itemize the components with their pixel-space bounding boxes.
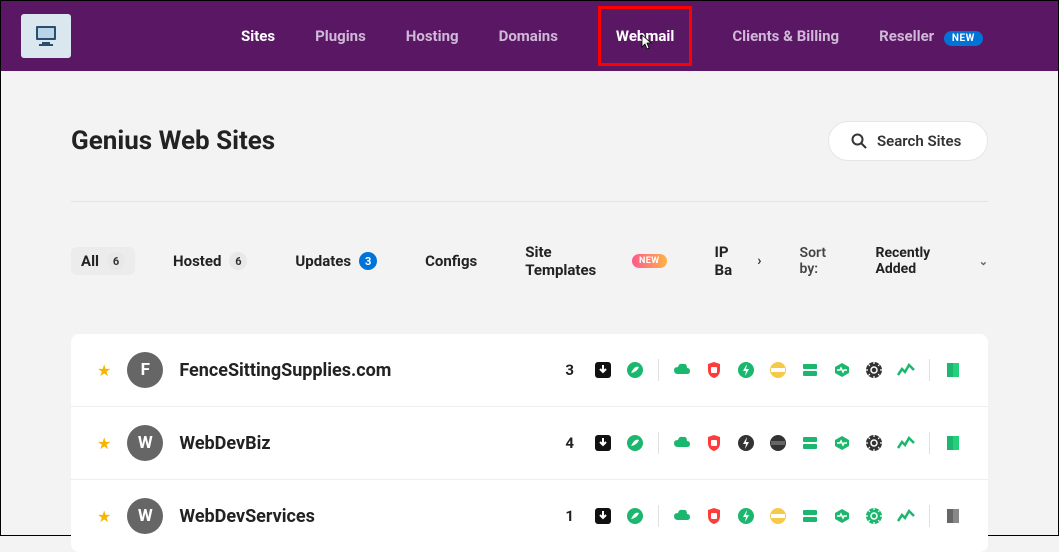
settings-icon[interactable] (865, 434, 883, 452)
sort-dropdown[interactable]: Recently Added ⌄ (875, 245, 988, 277)
divider (71, 201, 988, 202)
content-area: Genius Web Sites Search Sites All 6 Host… (1, 71, 1058, 552)
download-icon[interactable] (594, 361, 612, 379)
filter-hosted-label: Hosted (173, 252, 221, 270)
avatar: W (127, 498, 163, 534)
templates-new-badge: NEW (632, 254, 667, 268)
nav-webmail[interactable]: Webmail (598, 6, 692, 66)
update-count: 1 (565, 507, 574, 525)
search-input[interactable]: Search Sites (828, 121, 988, 161)
nav-clients-billing[interactable]: Clients & Billing (732, 27, 839, 45)
chart-icon[interactable] (897, 507, 915, 525)
star-icon[interactable]: ★ (97, 507, 111, 526)
leaf-icon[interactable] (626, 507, 644, 525)
bolt-icon[interactable] (737, 361, 755, 379)
disc-icon[interactable] (769, 361, 787, 379)
shield-icon[interactable] (705, 507, 723, 525)
settings-icon[interactable] (865, 507, 883, 525)
nav-domains[interactable]: Domains (499, 27, 558, 45)
book-icon[interactable] (944, 361, 962, 379)
server-icon[interactable] (801, 507, 819, 525)
chart-icon[interactable] (897, 434, 915, 452)
heart-icon[interactable] (833, 507, 851, 525)
avatar: W (127, 425, 163, 461)
filter-all-label: All (81, 252, 99, 270)
server-icon[interactable] (801, 361, 819, 379)
search-placeholder: Search Sites (877, 132, 961, 150)
disc-icon[interactable] (769, 434, 787, 452)
cloud-icon[interactable] (673, 434, 691, 452)
top-navigation: Sites Plugins Hosting Domains Webmail Cl… (1, 1, 1058, 71)
download-icon[interactable] (594, 434, 612, 452)
update-count: 3 (565, 361, 574, 379)
cursor-icon (636, 33, 654, 57)
nav-plugins[interactable]: Plugins (315, 27, 366, 45)
settings-icon[interactable] (865, 361, 883, 379)
filter-configs[interactable]: Configs (415, 247, 487, 275)
filter-hosted-count: 6 (229, 252, 247, 270)
chevron-right-icon: › (757, 253, 761, 269)
filter-updates[interactable]: Updates 3 (285, 247, 387, 275)
nav-hosting[interactable]: Hosting (406, 27, 459, 45)
bolt-icon[interactable] (737, 434, 755, 452)
site-row[interactable]: ★ W WebDevServices 1 (71, 480, 988, 552)
site-row[interactable]: ★ W WebDevBiz 4 (71, 407, 988, 480)
site-list: ★ F FenceSittingSupplies.com 3 (71, 334, 988, 552)
shield-icon[interactable] (705, 434, 723, 452)
nav-reseller[interactable]: Reseller NEW (879, 27, 983, 45)
site-name: WebDevBiz (179, 433, 270, 454)
new-badge: NEW (944, 31, 983, 46)
heart-icon[interactable] (833, 434, 851, 452)
nav-sites[interactable]: Sites (241, 27, 275, 45)
heart-icon[interactable] (833, 361, 851, 379)
divider (929, 432, 930, 454)
book-icon[interactable] (944, 507, 962, 525)
cloud-icon[interactable] (673, 507, 691, 525)
update-count: 4 (565, 434, 574, 452)
leaf-icon[interactable] (626, 361, 644, 379)
filter-all-count: 6 (107, 252, 125, 270)
disc-icon[interactable] (769, 507, 787, 525)
filter-ipba-label: IP Ba (715, 243, 750, 279)
cloud-icon[interactable] (673, 361, 691, 379)
divider (929, 505, 930, 527)
bolt-icon[interactable] (737, 507, 755, 525)
divider (658, 432, 659, 454)
divider (658, 505, 659, 527)
chart-icon[interactable] (897, 361, 915, 379)
sort-value: Recently Added (875, 245, 972, 277)
shield-icon[interactable] (705, 361, 723, 379)
site-name: FenceSittingSupplies.com (179, 360, 391, 381)
filter-all[interactable]: All 6 (71, 247, 135, 275)
download-icon[interactable] (594, 507, 612, 525)
site-name: WebDevServices (179, 506, 315, 527)
filter-ipba[interactable]: IP Ba › (705, 238, 772, 284)
logo[interactable] (21, 14, 71, 58)
page-title: Genius Web Sites (71, 126, 275, 156)
star-icon[interactable]: ★ (97, 434, 111, 453)
filter-updates-label: Updates (295, 252, 351, 270)
nav-reseller-label: Reseller (879, 27, 934, 45)
avatar: F (127, 352, 163, 388)
chevron-down-icon: ⌄ (979, 255, 988, 268)
filter-templates[interactable]: Site Templates NEW (515, 238, 676, 284)
search-icon (851, 133, 867, 149)
divider (658, 359, 659, 381)
filter-templates-label: Site Templates (525, 243, 624, 279)
site-row[interactable]: ★ F FenceSittingSupplies.com 3 (71, 334, 988, 407)
filter-updates-count: 3 (359, 252, 377, 270)
sort-label: Sort by: (800, 245, 848, 277)
filter-bar: All 6 Hosted 6 Updates 3 Configs Site Te… (71, 238, 988, 284)
leaf-icon[interactable] (626, 434, 644, 452)
star-icon[interactable]: ★ (97, 361, 111, 380)
filter-hosted[interactable]: Hosted 6 (163, 247, 257, 275)
book-icon[interactable] (944, 434, 962, 452)
server-icon[interactable] (801, 434, 819, 452)
divider (929, 359, 930, 381)
